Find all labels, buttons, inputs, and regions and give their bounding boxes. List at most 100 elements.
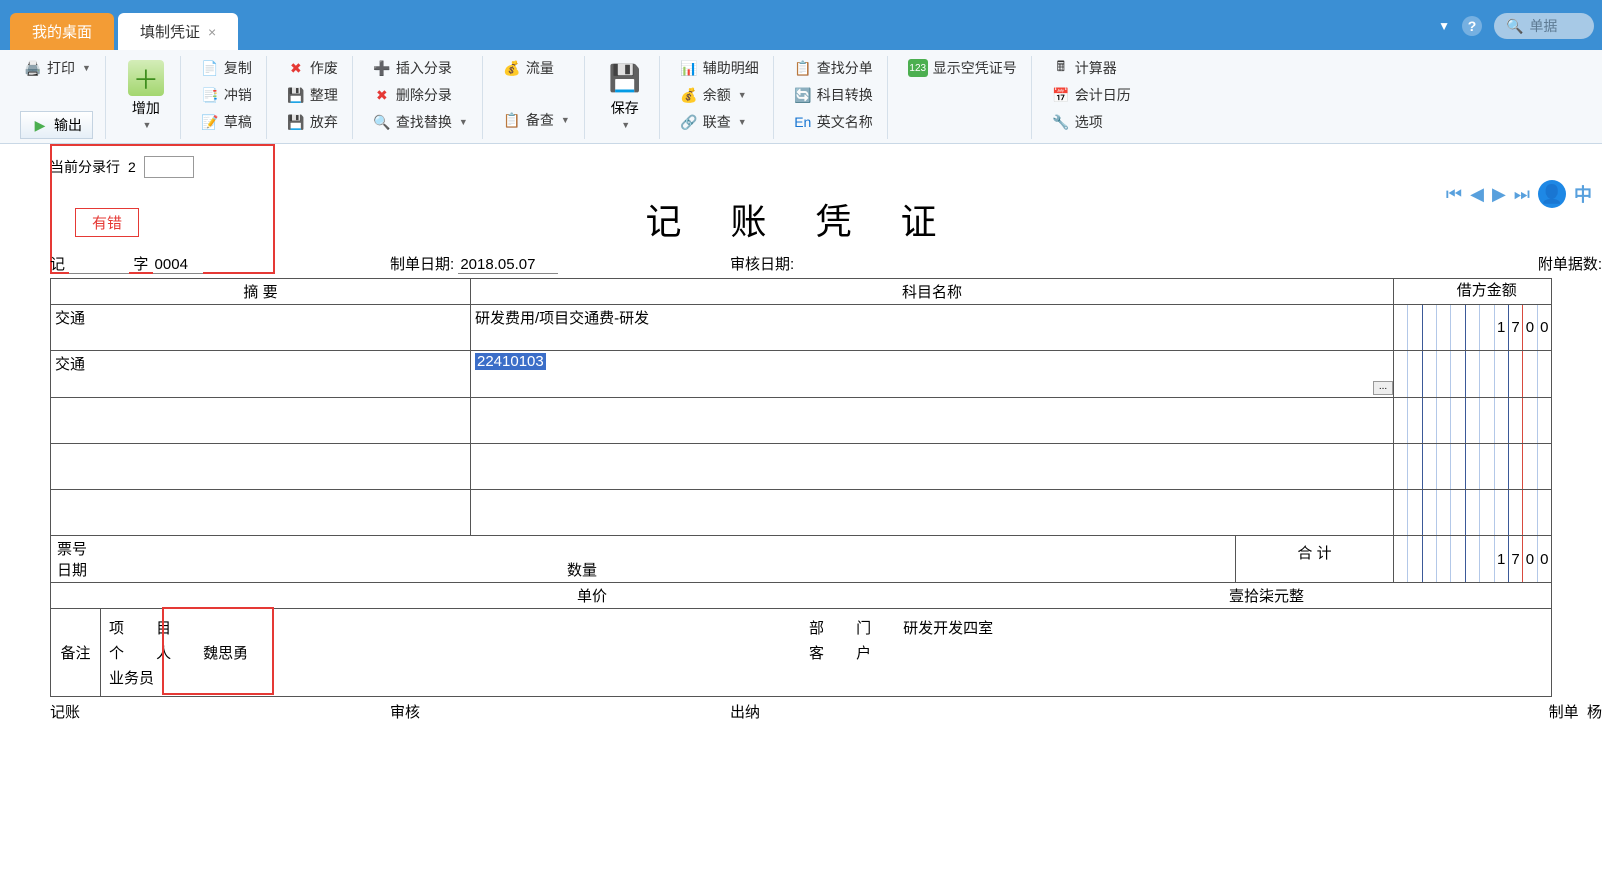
project-label: 项 目 [109, 617, 185, 638]
account-cell[interactable] [471, 444, 1394, 490]
acct-conv-button[interactable]: 🔄科目转换 [790, 83, 877, 107]
search-placeholder: 单据 [1529, 16, 1557, 36]
account-cell[interactable] [471, 398, 1394, 444]
void-icon: ✖ [287, 59, 305, 77]
print-icon: 🖨️ [24, 59, 42, 77]
table-row[interactable] [51, 444, 1552, 490]
export-icon: ▶ [31, 116, 49, 134]
total-label: 合 计 [1235, 536, 1393, 582]
summary-cell[interactable] [51, 490, 471, 536]
tab-voucher-label: 填制凭证 [140, 21, 200, 42]
void-button[interactable]: ✖作废 [283, 56, 342, 80]
tab-voucher[interactable]: 填制凭证 × [118, 13, 238, 50]
voucher-title: 记 账 凭 证 [50, 193, 1552, 245]
account-cell[interactable]: 22410103... [471, 351, 1394, 398]
show-empty-button[interactable]: 123显示空凭证号 [904, 56, 1021, 80]
table-row[interactable] [51, 398, 1552, 444]
summary-cell[interactable] [51, 398, 471, 444]
print-button[interactable]: 🖨️打印▼ [20, 56, 95, 80]
voucher-no-input[interactable] [153, 256, 203, 274]
table-row[interactable]: 交通 22410103... [51, 351, 1552, 398]
insert-entry-button[interactable]: ➕插入分录 [369, 56, 472, 80]
debit-cell[interactable] [1394, 398, 1552, 444]
tab-bar: 我的桌面 填制凭证 × ▼ ? 🔍 单据 [0, 10, 1602, 50]
global-search[interactable]: 🔍 单据 [1494, 13, 1594, 39]
account-cell[interactable] [471, 490, 1394, 536]
cust-label: 客 户 [809, 642, 885, 663]
draft-button[interactable]: 📝草稿 [197, 110, 256, 134]
export-button[interactable]: ▶输出 [20, 111, 93, 139]
tab-dropdown-icon[interactable]: ▼ [1438, 19, 1450, 33]
reverse-button[interactable]: 📑冲销 [197, 83, 256, 107]
audit-date-label: 审核日期: [730, 256, 794, 273]
options-icon: 🔧 [1052, 113, 1070, 131]
save-icon: 💾 [607, 60, 643, 96]
table-row[interactable]: 交通 研发费用/项目交通费-研发 1700 [51, 305, 1552, 351]
col-summary: 摘 要 [51, 279, 471, 305]
add-button[interactable]: ＋ 增加▼ [122, 56, 170, 134]
col-account: 科目名称 [471, 279, 1394, 305]
en-icon: En [794, 113, 812, 131]
debit-cell[interactable] [1394, 490, 1552, 536]
tidy-icon: 💾 [287, 86, 305, 104]
balance-button[interactable]: 💰余额▼ [676, 83, 763, 107]
close-icon[interactable]: × [208, 24, 216, 40]
summary-cell[interactable]: 交通 [51, 351, 471, 398]
error-flag[interactable]: 有错 [75, 208, 139, 237]
balance-icon: 💰 [680, 86, 698, 104]
debit-cell[interactable] [1394, 351, 1552, 398]
reverse-icon: 📑 [201, 86, 219, 104]
backup-button[interactable]: 📋备查▼ [499, 108, 574, 132]
account-cell[interactable]: 研发费用/项目交通费-研发 [471, 305, 1394, 351]
sign-maker: 制单 [1549, 704, 1579, 721]
col-debit: 借方金额 [1394, 279, 1552, 305]
chinese-amount: 壹拾柒元整 [1229, 585, 1545, 606]
options-button[interactable]: 🔧选项 [1048, 110, 1135, 134]
biz-label: 业务员 [109, 667, 154, 688]
abandon-icon: 💾 [287, 113, 305, 131]
flow-button[interactable]: 💰流量 [499, 56, 574, 80]
debit-cell[interactable] [1394, 444, 1552, 490]
type-suffix: 字 [133, 256, 148, 273]
table-row[interactable] [51, 490, 1552, 536]
add-icon: ＋ [128, 60, 164, 96]
lookup-button[interactable]: ... [1373, 381, 1393, 395]
save-button[interactable]: 💾 保存▼ [601, 56, 649, 134]
findentry-icon: 📋 [794, 59, 812, 77]
sign-book: 记账 [50, 701, 390, 722]
summary-cell[interactable]: 交通 [51, 305, 471, 351]
find-replace-button[interactable]: 🔍查找替换▼ [369, 110, 472, 134]
person-value[interactable]: 魏思勇 [203, 642, 248, 663]
delete-entry-button[interactable]: ✖删除分录 [369, 83, 472, 107]
abandon-button[interactable]: 💾放弃 [283, 110, 342, 134]
flow-icon: 💰 [503, 59, 521, 77]
voucher-table: 摘 要 科目名称 借方金额 交通 研发费用/项目交通费-研发 1700交通 22… [50, 278, 1552, 536]
sign-cashier: 出纳 [730, 701, 1070, 722]
make-date-input[interactable] [458, 256, 558, 274]
eng-name-button[interactable]: En英文名称 [790, 110, 877, 134]
attach-label: 附单据数: [1538, 256, 1602, 273]
tidy-button[interactable]: 💾整理 [283, 83, 342, 107]
calc-button[interactable]: 🖩计算器 [1048, 56, 1135, 80]
copy-button[interactable]: 📄复制 [197, 56, 256, 80]
cur-entry-input[interactable] [144, 156, 194, 178]
qty-label: 数量 [567, 559, 597, 580]
ribbon: 🖨️打印▼ ▶输出 ＋ 增加▼ 📄复制 📑冲销 📝草稿 ✖作废 💾整理 💾放弃 … [0, 50, 1602, 144]
help-icon[interactable]: ? [1462, 16, 1482, 36]
find-entry-button[interactable]: 📋查找分单 [790, 56, 877, 80]
dept-value[interactable]: 研发开发四室 [903, 617, 993, 638]
related-button[interactable]: 🔗联查▼ [676, 110, 763, 134]
calendar-icon: 📅 [1052, 86, 1070, 104]
ticket-label: 票号 [57, 541, 87, 558]
tab-desktop[interactable]: 我的桌面 [10, 13, 114, 50]
type-input[interactable] [69, 256, 129, 274]
summary-cell[interactable] [51, 444, 471, 490]
aux-button[interactable]: 📊辅助明细 [676, 56, 763, 80]
insert-icon: ➕ [373, 59, 391, 77]
calendar-button[interactable]: 📅会计日历 [1048, 83, 1135, 107]
dept-label: 部 门 [809, 617, 885, 638]
empty-icon: 123 [908, 59, 928, 77]
debit-cell[interactable]: 1700 [1394, 305, 1552, 351]
sign-maker-val: 杨 [1587, 704, 1602, 721]
backup-icon: 📋 [503, 111, 521, 129]
